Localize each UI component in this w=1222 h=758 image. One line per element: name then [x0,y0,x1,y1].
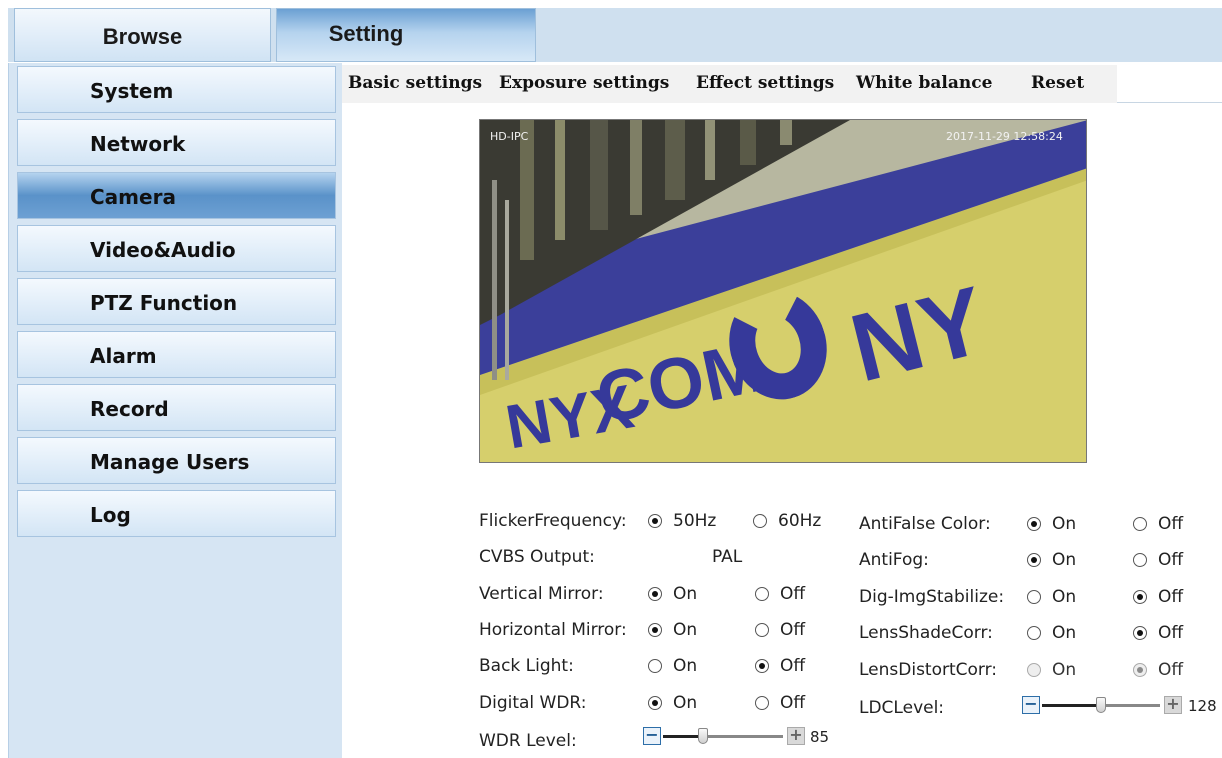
cvbs-output-label: CVBS Output: [479,547,595,567]
ldc-level-label: LDCLevel: [859,698,945,718]
sidebar-item-manage-users[interactable]: Manage Users [17,437,336,484]
antifalse-color-on-radio[interactable] [1027,517,1041,531]
lens-distort-corr-label: LensDistortCorr: [859,660,998,680]
antifog-off-radio[interactable] [1133,553,1147,567]
lens-distort-corr-on-radio[interactable] [1027,663,1041,677]
digital-wdr-off-radio[interactable] [755,696,769,710]
lens-shade-corr-on-label: On [1052,623,1077,643]
sidebar-item-label: Manage Users [90,450,250,474]
sidebar-item-label: Video&Audio [90,238,236,262]
back-light-off-radio[interactable] [755,659,769,673]
sidebar-item-label: Camera [90,185,176,209]
sidebar-item-label: Alarm [90,344,157,368]
antifalse-color-off-label: Off [1158,514,1184,534]
tab-browse-label: Browse [102,24,183,49]
wdr-level-value: 85 [810,728,830,746]
sidebar-item-log[interactable]: Log [17,490,336,537]
wdr-level-increase-button[interactable]: + [787,727,805,745]
back-light-label: Back Light: [479,656,574,676]
horizontal-mirror-on-label: On [673,620,698,640]
sidebar-item-video-audio[interactable]: Video&Audio [17,225,336,272]
dig-img-stabilize-label: Dig-ImgStabilize: [859,587,1005,607]
osd-camera-name: HD-IPC [490,130,529,143]
tab-effect-settings[interactable]: Effect settings [696,73,834,93]
flicker-60hz-radio[interactable] [753,514,767,528]
tab-setting-label: Setting [328,21,404,46]
top-navigation: Browse Setting [0,0,1222,63]
tab-reset[interactable]: Reset [1031,73,1084,93]
camera-sub-tabs: Basic settings Exposure settings Effect … [342,63,1222,103]
flicker-frequency-label: FlickerFrequency: [479,511,627,531]
antifog-on-radio[interactable] [1027,553,1041,567]
sidebar-item-alarm[interactable]: Alarm [17,331,336,378]
dig-img-stabilize-on-label: On [1052,587,1077,607]
lens-shade-corr-on-radio[interactable] [1027,626,1041,640]
lens-shade-corr-label: LensShadeCorr: [859,623,993,643]
digital-wdr-on-label: On [673,693,698,713]
ldc-level-value: 128 [1188,697,1217,715]
dig-img-stabilize-off-label: Off [1158,587,1184,607]
horizontal-mirror-on-radio[interactable] [648,623,662,637]
cvbs-output-value: PAL [712,547,743,567]
horizontal-mirror-off-label: Off [780,620,806,640]
digital-wdr-label: Digital WDR: [479,693,587,713]
dig-img-stabilize-off-radio[interactable] [1133,590,1147,604]
digital-wdr-off-label: Off [780,693,806,713]
sidebar-item-label: Record [90,397,169,421]
sidebar-item-label: System [90,79,174,103]
sidebar-item-network[interactable]: Network [17,119,336,166]
flicker-50hz-label: 50Hz [673,511,717,531]
lens-distort-corr-on-label: On [1052,660,1077,680]
antifog-off-label: Off [1158,550,1184,570]
back-light-on-label: On [673,656,698,676]
antifog-on-label: On [1052,550,1077,570]
tab-setting[interactable]: Setting [276,8,536,62]
settings-sidebar: System Network Camera Video&Audio PTZ Fu… [8,63,342,758]
lens-shade-corr-off-radio[interactable] [1133,626,1147,640]
wdr-level-slider-track[interactable] [663,735,783,738]
antifalse-color-off-radio[interactable] [1133,517,1147,531]
antifog-label: AntiFog: [859,550,929,570]
flicker-50hz-radio[interactable] [648,514,662,528]
antifalse-color-on-label: On [1052,514,1077,534]
sidebar-item-camera[interactable]: Camera [17,172,336,219]
ldc-level-slider-thumb[interactable] [1096,697,1107,713]
lens-distort-corr-off-radio[interactable] [1133,663,1147,677]
horizontal-mirror-off-radio[interactable] [755,623,769,637]
camera-live-preview: HD-IPC 2017-11-29 12:58:24 NYX COM NY [479,119,1087,463]
flicker-60hz-label: 60Hz [778,511,822,531]
horizontal-mirror-label: Horizontal Mirror: [479,620,627,640]
wdr-level-decrease-button[interactable]: − [643,727,661,745]
lens-shade-corr-off-label: Off [1158,623,1184,643]
ldc-level-decrease-button[interactable]: − [1022,696,1040,714]
antifalse-color-label: AntiFalse Color: [859,514,991,534]
tab-white-balance[interactable]: White balance [856,73,992,93]
sidebar-item-system[interactable]: System [17,66,336,113]
sidebar-item-ptz-function[interactable]: PTZ Function [17,278,336,325]
wdr-level-label: WDR Level: [479,731,577,751]
lens-distort-corr-off-label: Off [1158,660,1184,680]
tab-basic-settings[interactable]: Basic settings [348,73,482,93]
sidebar-item-label: PTZ Function [90,291,238,315]
sidebar-item-record[interactable]: Record [17,384,336,431]
vertical-mirror-off-label: Off [780,584,806,604]
vertical-mirror-on-radio[interactable] [648,587,662,601]
tab-exposure-settings[interactable]: Exposure settings [499,73,669,93]
dig-img-stabilize-on-radio[interactable] [1027,590,1041,604]
sidebar-item-label: Network [90,132,186,156]
tab-browse[interactable]: Browse [14,8,271,62]
back-light-off-label: Off [780,656,806,676]
sidebar-item-label: Log [90,503,131,527]
vertical-mirror-off-radio[interactable] [755,587,769,601]
vertical-mirror-label: Vertical Mirror: [479,584,604,604]
wdr-level-slider-thumb[interactable] [698,728,708,744]
back-light-on-radio[interactable] [648,659,662,673]
vertical-mirror-on-label: On [673,584,698,604]
ldc-level-increase-button[interactable]: + [1164,696,1182,714]
digital-wdr-on-radio[interactable] [648,696,662,710]
osd-timestamp: 2017-11-29 12:58:24 [946,130,1063,143]
